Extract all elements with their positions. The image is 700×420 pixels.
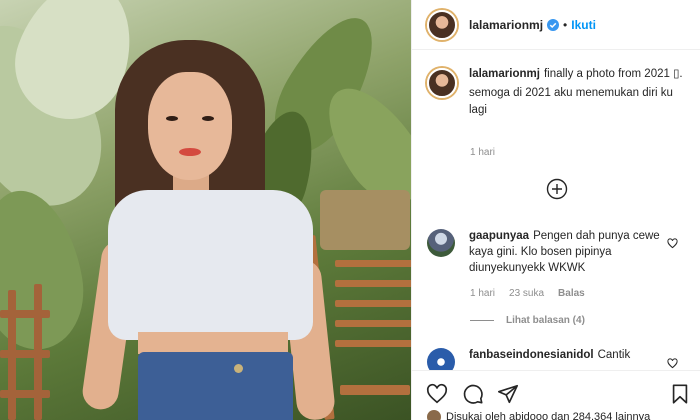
author-avatar[interactable] (427, 9, 457, 40)
comment-likes[interactable]: 23 suka (509, 288, 544, 299)
comment-username[interactable]: fanbaseindonesianidol (469, 349, 594, 361)
person-figure (80, 40, 337, 420)
comment-meta: 1 hari 23 suka Balas (470, 288, 585, 299)
view-replies-label: Lihat balasan (4) (506, 315, 585, 326)
comment-time[interactable]: 1 hari (470, 288, 495, 299)
comment-icon[interactable] (462, 383, 484, 405)
view-replies-button[interactable]: Lihat balasan (4) (470, 315, 585, 326)
heart-icon[interactable] (667, 356, 678, 369)
post-caption: lalamarionmj finally a photo from 2021 ▯.… (427, 66, 687, 119)
post-header: lalamarionmj • Ikuti (412, 0, 700, 50)
heart-icon[interactable] (426, 383, 448, 405)
heart-icon[interactable] (667, 236, 678, 249)
follow-button[interactable]: Ikuti (571, 18, 596, 32)
bookmark-icon[interactable] (669, 383, 691, 405)
commenter-avatar[interactable] (427, 229, 455, 257)
replies-rule (470, 320, 494, 321)
post-sidebar: lalamarionmj • Ikuti lalamarionmj finally… (411, 0, 700, 420)
liked-by-text: Disukai oleh abidooo dan 284.364 lainnya (446, 410, 651, 420)
chair-left (0, 284, 55, 420)
liked-by[interactable]: Disukai oleh abidooo dan 284.364 lainnya (427, 410, 650, 420)
liker-avatar (427, 410, 441, 420)
caption-time[interactable]: 1 hari (470, 147, 495, 158)
comment-text: Cantik (597, 349, 631, 361)
verified-badge-icon (547, 18, 560, 31)
comment-item: gaapunyaa Pengen dah punya cewe kaya gini… (427, 228, 687, 276)
caption-line-1: finally a photo from 2021 ▯. (543, 68, 683, 80)
header-separator: • (563, 17, 568, 32)
caption-line-2: semoga di 2021 aku menemukan diri ku lag… (469, 87, 673, 116)
comment-username[interactable]: gaapunyaa (469, 230, 529, 242)
author-username[interactable]: lalamarionmj (469, 18, 543, 32)
caption-avatar[interactable] (427, 68, 457, 98)
caption-username[interactable]: lalamarionmj (469, 68, 540, 80)
reply-button[interactable]: Balas (558, 288, 585, 299)
plus-circle-icon[interactable] (546, 178, 568, 200)
post-photo[interactable] (0, 0, 411, 420)
share-icon[interactable] (497, 383, 519, 405)
